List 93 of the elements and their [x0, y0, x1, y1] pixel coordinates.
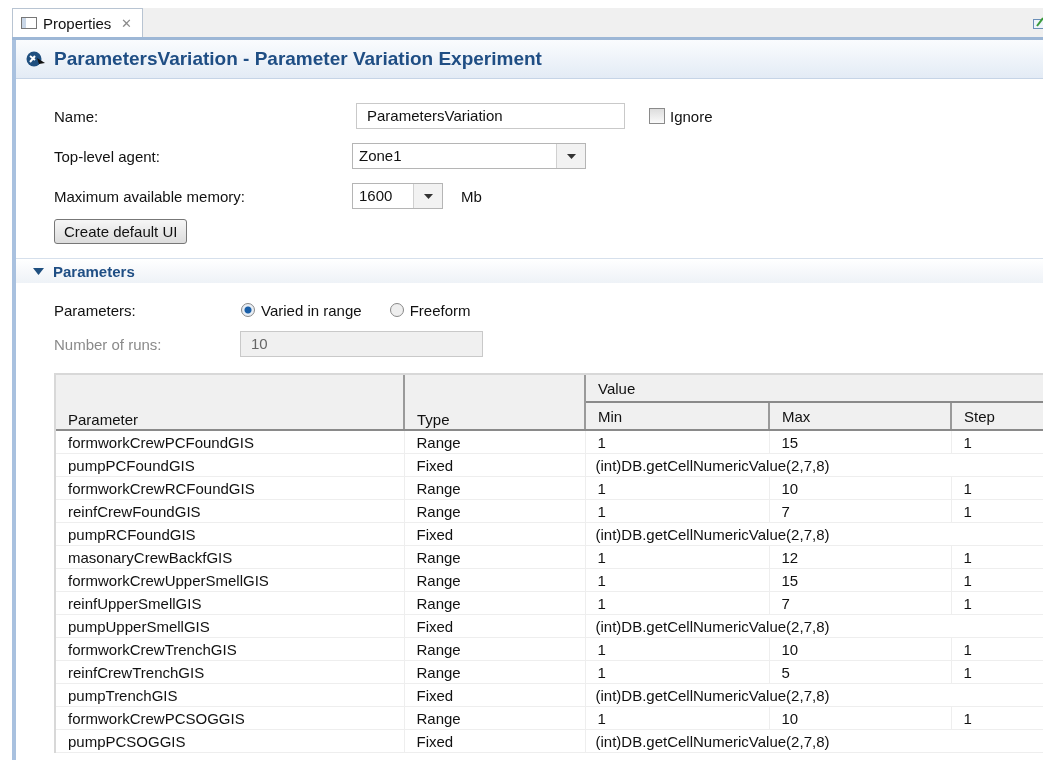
table-cell: Fixed [404, 614, 585, 638]
table-cell: (int)DB.getCellNumericValue(2,7,8) [585, 614, 1043, 638]
table-cell: reinfCrewFoundGIS [56, 499, 404, 523]
table-cell: 1 [951, 706, 1043, 730]
table-cell: (int)DB.getCellNumericValue(2,7,8) [585, 683, 1043, 707]
table-cell: 15 [769, 568, 951, 592]
table-cell: 10 [769, 476, 951, 500]
table-cell: 10 [769, 706, 951, 730]
table-cell: 7 [769, 591, 951, 615]
section-header[interactable]: Parameters [16, 258, 1043, 283]
properties-tab[interactable]: Properties ✕ [12, 8, 144, 37]
column-header[interactable]: Type [404, 375, 585, 430]
parameters-label: Parameters: [54, 301, 137, 319]
column-header[interactable]: Parameter [56, 375, 404, 430]
table-cell: formworkCrewUpperSmellGIS [56, 568, 404, 592]
table-cell: Fixed [404, 729, 585, 753]
table-cell: Range [404, 568, 585, 592]
table-cell: 1 [585, 545, 769, 569]
column-header[interactable]: Step [951, 402, 1043, 430]
table-cell: Range [404, 430, 585, 454]
column-header[interactable]: Max [769, 402, 951, 430]
memory-unit: Mb [461, 187, 482, 205]
column-header[interactable]: Min [585, 402, 769, 430]
memory-label: Maximum available memory: [54, 187, 246, 205]
radio-label: Varied in range [261, 301, 362, 319]
table-cell: formworkCrewRCFoundGIS [56, 476, 404, 500]
table-cell: 5 [769, 660, 951, 684]
table-cell: Fixed [404, 522, 585, 546]
table-cell: 1 [951, 568, 1043, 592]
table-cell: 1 [951, 545, 1043, 569]
table-cell: Range [404, 660, 585, 684]
table-cell: 1 [585, 591, 769, 615]
experiment-icon [26, 50, 46, 68]
table-cell: 1 [585, 568, 769, 592]
table-cell: 1 [951, 660, 1043, 684]
memory-dropdown[interactable]: 1600 [352, 183, 443, 209]
table-cell: pumpPCFoundGIS [56, 453, 404, 477]
table-cell: 1 [585, 476, 769, 500]
table-cell: Fixed [404, 453, 585, 477]
expand-icon [33, 267, 44, 275]
table-cell: 1 [951, 430, 1043, 454]
name-field[interactable]: ParametersVariation [356, 103, 625, 129]
table-cell: 1 [585, 706, 769, 730]
column-group-header: Value [585, 375, 1043, 402]
table-cell: reinfCrewTrenchGIS [56, 660, 404, 684]
name-label: Name: [54, 107, 100, 125]
close-icon[interactable]: ✕ [121, 15, 133, 31]
table-cell: pumpRCFoundGIS [56, 522, 404, 546]
agent-dropdown[interactable]: Zone1 [352, 143, 586, 169]
table-cell: (int)DB.getCellNumericValue(2,7,8) [585, 729, 1043, 753]
table-cell: Range [404, 476, 585, 500]
table-cell: Range [404, 637, 585, 661]
table-cell: reinfUpperSmellGIS [56, 591, 404, 615]
radio-button[interactable] [389, 303, 404, 317]
table-cell: 1 [951, 476, 1043, 500]
table-cell: Range [404, 591, 585, 615]
table-cell: (int)DB.getCellNumericValue(2,7,8) [585, 522, 1043, 546]
table-cell: (int)DB.getCellNumericValue(2,7,8) [585, 453, 1043, 477]
table-cell: pumpTrenchGIS [56, 683, 404, 707]
table-cell: 1 [585, 430, 769, 454]
table-cell: Range [404, 545, 585, 569]
window-icon [21, 17, 37, 29]
ignore-label: Ignore [670, 107, 713, 125]
table-cell: pumpPCSOGGIS [56, 729, 404, 753]
table-cell: masonaryCrewBackfGIS [56, 545, 404, 569]
table-cell: 1 [585, 637, 769, 661]
table-cell: formworkCrewPCFoundGIS [56, 430, 404, 454]
table-cell: 15 [769, 430, 951, 454]
table-cell: formworkCrewTrenchGIS [56, 637, 404, 661]
section-title: Parameters [53, 262, 135, 280]
table-cell: Range [404, 706, 585, 730]
caret-icon [423, 193, 433, 199]
caret-icon [566, 153, 576, 159]
table-cell: formworkCrewPCSOGGIS [56, 706, 404, 730]
table-cell: Fixed [404, 683, 585, 707]
table-cell: Range [404, 499, 585, 523]
table-cell: 1 [585, 499, 769, 523]
ignore-checkbox[interactable] [649, 108, 665, 124]
table-cell: 1 [585, 660, 769, 684]
create-ui-button[interactable]: Create default UI [54, 219, 188, 244]
table-cell: 7 [769, 499, 951, 523]
table-cell: pumpUpperSmellGIS [56, 614, 404, 638]
window-edit-icon[interactable] [1033, 15, 1043, 30]
radio-button[interactable] [241, 303, 255, 317]
agent-label: Top-level agent: [54, 147, 161, 165]
runs-label: Number of runs: [54, 335, 163, 353]
table-cell: 1 [951, 499, 1043, 523]
table-cell: 10 [769, 637, 951, 661]
table-cell: 1 [951, 637, 1043, 661]
header-title: ParametersVariation - Parameter Variation Experiment [54, 48, 542, 70]
radio-label: Freeform [409, 301, 471, 319]
table-cell: 12 [769, 545, 951, 569]
table-cell: 1 [951, 591, 1043, 615]
